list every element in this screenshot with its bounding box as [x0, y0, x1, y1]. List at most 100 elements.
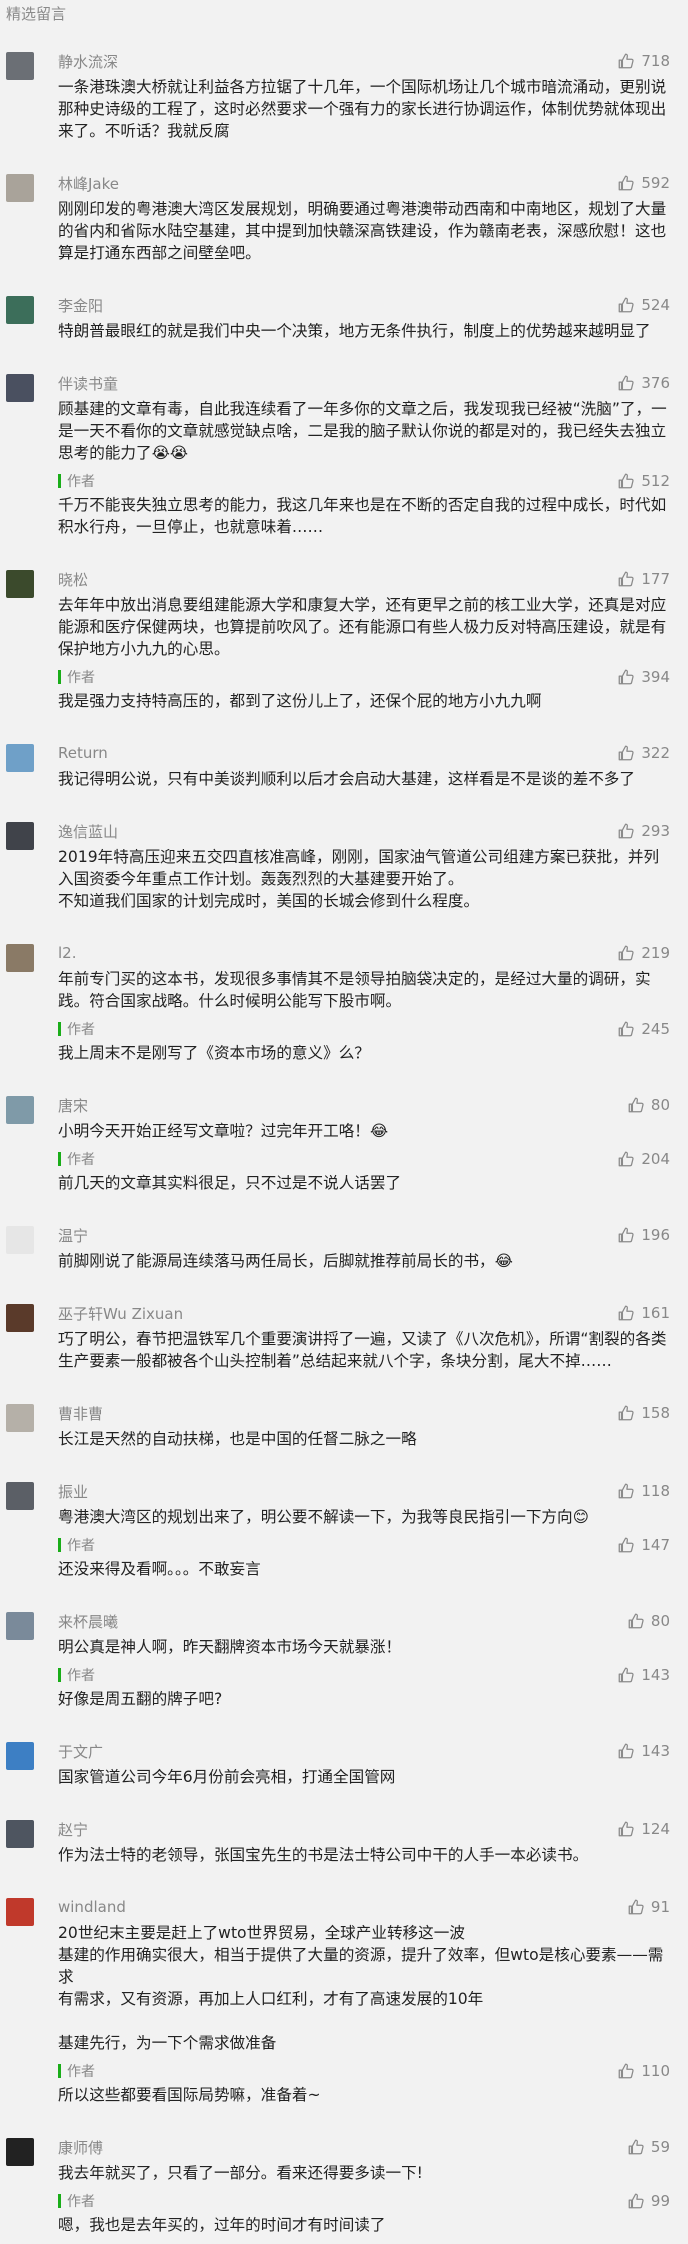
comment-item: 曹非曹 158 长江是天然的自动扶梯，也是中国的任督二脉之一略 [0, 1380, 688, 1458]
like-button[interactable]: 80 [627, 1096, 670, 1114]
comment-nickname: 于文广 [58, 1742, 104, 1761]
author-tag: 作者 [58, 1149, 95, 1169]
author-label: 作者 [67, 1668, 95, 1684]
reply-like-button[interactable]: 394 [617, 668, 670, 686]
like-button[interactable]: 177 [617, 570, 670, 588]
comment-header: 于文广 143 [58, 1740, 670, 1762]
comment-nickname: Return [58, 744, 108, 762]
comment-nickname: 巫子轩Wu Zixuan [58, 1304, 184, 1323]
like-button[interactable]: 158 [617, 1404, 670, 1422]
comment-item: Return 322 我记得明公说，只有中美谈判顺利以后才会启动大基建，这样看是不是… [0, 720, 688, 798]
comment-item: 静水流深 718 一条港珠澳大桥就让利益各方拉锯了十几年，一个国际机场让几个城市暗流… [0, 28, 688, 150]
reply-like-button[interactable]: 110 [617, 2062, 670, 2080]
comment-content: 顾基建的文章有毒，自此我连续看了一年多你的文章之后，我发现我已经被“洗脑”了，一… [58, 400, 667, 462]
reply-like-count: 99 [650, 2192, 670, 2210]
comment-content: 粤港澳大湾区的规划出来了，明公要不解读一下，为我等良民指引一下方向😊 [58, 1508, 589, 1526]
like-button[interactable]: 161 [617, 1304, 670, 1322]
avatar[interactable] [6, 1820, 34, 1848]
author-bar-icon [58, 1668, 61, 1682]
like-button[interactable]: 718 [617, 52, 670, 70]
thumbs-up-icon [617, 822, 635, 840]
comment-content: 特朗普最眼红的就是我们中央一个决策，地方无条件执行，制度上的优势越来越明显了 [58, 322, 651, 340]
like-button[interactable]: 80 [627, 1612, 670, 1630]
comment-content: 一条港珠澳大桥就让利益各方拉锯了十几年，一个国际机场让几个城市暗流涌动，更别说那… [58, 78, 667, 140]
comment-item: 唐宋 80 小明今天开始正经写文章啦？过完年开工咯！😂 作者 204 前几天的文章其实料很… [0, 1072, 688, 1202]
avatar[interactable] [6, 374, 34, 402]
thumbs-up-icon [617, 1020, 635, 1038]
reply-like-button[interactable]: 143 [617, 1666, 670, 1684]
like-button[interactable]: 118 [617, 1482, 670, 1500]
reply-like-button[interactable]: 99 [627, 2192, 670, 2210]
avatar[interactable] [6, 52, 34, 80]
reply-like-count: 245 [641, 1020, 670, 1038]
comment-item: 于文广 143 国家管道公司今年6月份前会亮相，打通全国管网 [0, 1718, 688, 1796]
reply-like-button[interactable]: 204 [617, 1150, 670, 1168]
reply-like-button[interactable]: 147 [617, 1536, 670, 1554]
comment-nickname: 逸信蓝山 [58, 822, 119, 841]
comment-nickname: 赵宁 [58, 1820, 89, 1839]
like-button[interactable]: 196 [617, 1226, 670, 1244]
comment-item: 来杯晨曦 80 明公真是神人啊，昨天翻牌资本市场今天就暴涨！ 作者 143 好像是周五翻的… [0, 1588, 688, 1718]
author-label: 作者 [67, 2064, 95, 2080]
reply-like-button[interactable]: 245 [617, 1020, 670, 1038]
author-reply: 作者 99 嗯，我也是去年买的，过年的时间才有时间读了 [58, 2190, 670, 2236]
avatar[interactable] [6, 1482, 34, 1510]
like-count: 143 [641, 1742, 670, 1760]
avatar[interactable] [6, 744, 34, 772]
author-reply: 作者 245 我上周末不是刚写了《资本市场的意义》么？ [58, 1018, 670, 1064]
comment-nickname: 温宁 [58, 1226, 89, 1245]
thumbs-up-icon [617, 1820, 635, 1838]
avatar[interactable] [6, 1096, 34, 1124]
comment-header: 巫子轩Wu Zixuan 161 [58, 1302, 670, 1324]
comment-nickname: 唐宋 [58, 1096, 89, 1115]
avatar[interactable] [6, 174, 34, 202]
comment-item: 温宁 196 前脚刚说了能源局连续落马两任局长，后脚就推荐前局长的书，😂 [0, 1202, 688, 1280]
like-button[interactable]: 322 [617, 744, 670, 762]
comment-item: windland 91 20世纪末主要是赶上了wto世界贸易，全球产业转移这一波 基… [0, 1874, 688, 2114]
thumbs-up-icon [617, 472, 635, 490]
like-button[interactable]: 91 [627, 1898, 670, 1916]
thumbs-up-icon [617, 174, 635, 192]
author-reply-content: 千万不能丧失独立思考的能力，我这几年来也是在不断的否定自我的过程中成长，时代如积… [58, 496, 667, 536]
like-button[interactable]: 143 [617, 1742, 670, 1760]
author-reply-header: 作者 110 [58, 2060, 670, 2082]
avatar[interactable] [6, 296, 34, 324]
comment-content: 巧了明公，春节把温铁军几个重要演讲捋了一遍，又读了《八次危机》，所谓“割裂的各类… [58, 1330, 667, 1370]
like-count: 59 [650, 2138, 670, 2156]
author-label: 作者 [67, 1022, 95, 1038]
like-count: 118 [641, 1482, 670, 1500]
thumbs-up-icon [617, 1536, 635, 1554]
avatar[interactable] [6, 1612, 34, 1640]
reply-like-count: 147 [641, 1536, 670, 1554]
comment-content: 小明今天开始正经写文章啦？过完年开工咯！😂 [58, 1122, 389, 1140]
like-button[interactable]: 219 [617, 944, 670, 962]
like-button[interactable]: 376 [617, 374, 670, 392]
like-button[interactable]: 59 [627, 2138, 670, 2156]
like-button[interactable]: 293 [617, 822, 670, 840]
like-button[interactable]: 124 [617, 1820, 670, 1838]
avatar[interactable] [6, 1404, 34, 1432]
like-count: 718 [641, 52, 670, 70]
thumbs-up-icon [627, 2192, 645, 2210]
avatar[interactable] [6, 570, 34, 598]
avatar[interactable] [6, 1226, 34, 1254]
author-reply: 作者 147 还没来得及看啊。。。不敢妄言 [58, 1534, 670, 1580]
avatar[interactable] [6, 2138, 34, 2166]
like-button[interactable]: 592 [617, 174, 670, 192]
avatar[interactable] [6, 822, 34, 850]
avatar[interactable] [6, 1742, 34, 1770]
author-reply-header: 作者 204 [58, 1148, 670, 1170]
avatar[interactable] [6, 944, 34, 972]
comment-content: 作为法士特的老领导，张国宝先生的书是法士特公司中干的人手一本必读书。 [58, 1846, 589, 1864]
avatar[interactable] [6, 1898, 34, 1926]
like-count: 177 [641, 570, 670, 588]
comment-content: 长江是天然的自动扶梯，也是中国的任督二脉之一略 [58, 1430, 417, 1448]
thumbs-up-icon [627, 1898, 645, 1916]
reply-like-button[interactable]: 512 [617, 472, 670, 490]
comment-item: 林峰Jake 592 刚刚印发的粤港澳大湾区发展规划，明确要通过粤港澳带动西南和中南… [0, 150, 688, 272]
like-count: 376 [641, 374, 670, 392]
author-label: 作者 [67, 2194, 95, 2210]
like-button[interactable]: 524 [617, 296, 670, 314]
comment-nickname: 康师傅 [58, 2138, 104, 2157]
avatar[interactable] [6, 1304, 34, 1332]
